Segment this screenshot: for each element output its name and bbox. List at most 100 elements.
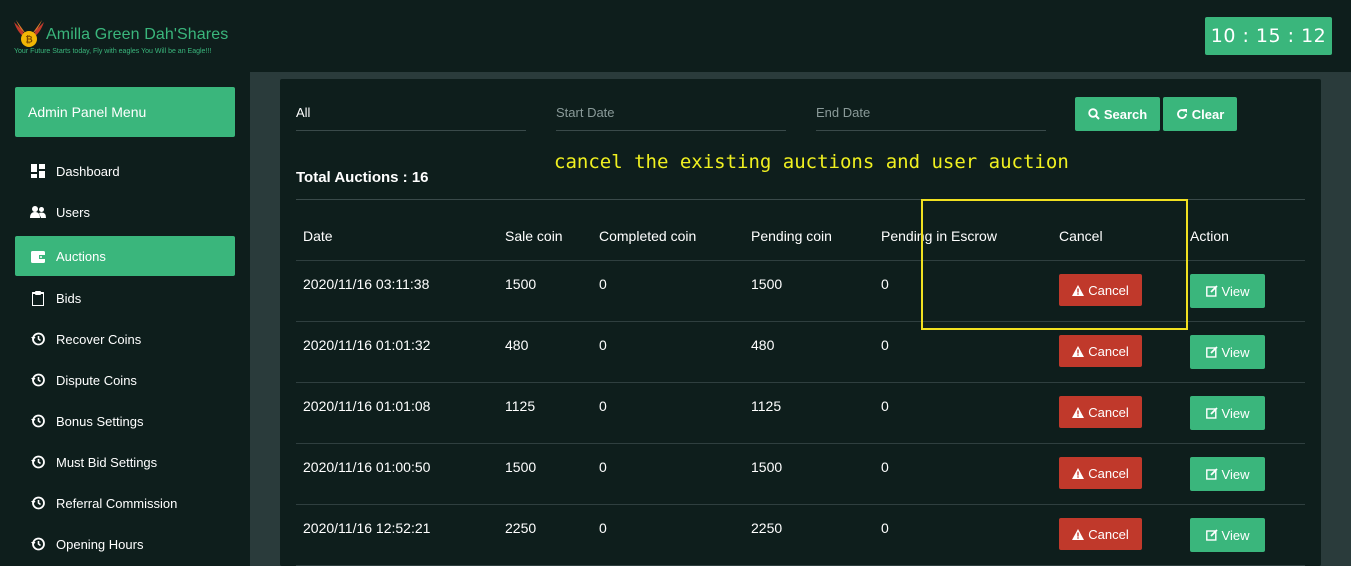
cell-pending-coin: 1125 [751, 398, 782, 414]
sidebar-item-label: Opening Hours [56, 536, 144, 552]
clipboard-icon [30, 290, 46, 306]
cell-sale-coin: 1500 [505, 459, 537, 475]
cancel-button[interactable]: Cancel [1059, 335, 1142, 367]
column-header-action: Action [1190, 228, 1229, 244]
table-header: Date Sale coin Completed coin Pending co… [296, 213, 1305, 261]
cell-pending-coin: 1500 [751, 276, 783, 292]
table-row: 2020/11/16 01:00:50 1500 0 1500 0 Cancel… [296, 444, 1305, 505]
column-header-pending-escrow: Pending in Escrow [881, 228, 997, 244]
svg-text:₿: ₿ [25, 35, 32, 46]
cell-pending-escrow: 0 [881, 459, 889, 475]
cell-pending-escrow: 0 [881, 276, 889, 292]
total-auctions: Total Auctions : 16 [296, 169, 429, 186]
sidebar-item-label: Referral Commission [56, 495, 178, 511]
view-button[interactable]: View [1190, 396, 1265, 430]
sidebar-item-dashboard[interactable]: Dashboard [15, 151, 235, 191]
table-row: 2020/11/16 12:52:21 2250 0 2250 0 Cancel… [296, 505, 1305, 566]
sidebar-item-must-bid-settings[interactable]: Must Bid Settings [15, 442, 235, 482]
view-button-label: View [1221, 283, 1250, 299]
edit-icon [1205, 407, 1218, 419]
cancel-button[interactable]: Cancel [1059, 396, 1142, 428]
column-header-cancel: Cancel [1059, 228, 1103, 244]
sidebar-item-label: Bids [56, 290, 82, 306]
cell-completed-coin: 0 [599, 276, 607, 292]
status-filter-select[interactable]: All [296, 97, 526, 131]
cancel-button-label: Cancel [1088, 404, 1129, 420]
sidebar-item-opening-hours[interactable]: Opening Hours [15, 524, 235, 564]
warning-icon [1072, 528, 1085, 540]
brand-tagline: Your Future Starts today, Fly with eagle… [14, 48, 212, 55]
cancel-button-label: Cancel [1088, 526, 1129, 542]
view-button[interactable]: View [1190, 274, 1265, 308]
sidebar-item-referral-commission[interactable]: Referral Commission [15, 483, 235, 523]
clear-button-label: Clear [1191, 106, 1225, 122]
column-header-date: Date [303, 228, 333, 244]
start-date-input[interactable]: Start Date [556, 97, 786, 131]
sidebar: Admin Panel Menu Dashboard Users Auction… [0, 72, 250, 566]
clock-display: 10 : 15 : 12 [1205, 17, 1332, 55]
warning-icon [1072, 467, 1085, 479]
sidebar-item-auctions[interactable]: Auctions [15, 236, 235, 276]
table-row: 2020/11/16 01:01:32 480 0 480 0 Cancel V… [296, 322, 1305, 383]
cell-date: 2020/11/16 01:01:08 [303, 398, 431, 414]
cell-completed-coin: 0 [599, 398, 607, 414]
sidebar-item-users[interactable]: Users [15, 192, 235, 232]
auctions-table: Date Sale coin Completed coin Pending co… [296, 213, 1305, 566]
cancel-button-label: Cancel [1088, 282, 1129, 298]
auctions-panel: All Start Date End Date Search Clear can… [280, 79, 1321, 566]
edit-icon [1205, 346, 1218, 358]
cancel-button-label: Cancel [1088, 343, 1129, 359]
eagle-logo-icon: ₿ [14, 20, 44, 47]
column-header-completed-coin: Completed coin [599, 228, 697, 244]
wallet-icon [30, 248, 46, 264]
cell-sale-coin: 1125 [505, 398, 536, 414]
clear-button[interactable]: Clear [1163, 97, 1237, 131]
column-header-sale-coin: Sale coin [505, 228, 563, 244]
sidebar-item-dispute-coins[interactable]: Dispute Coins [15, 360, 235, 400]
cancel-button[interactable]: Cancel [1059, 274, 1142, 306]
history-icon [30, 495, 46, 511]
column-header-pending-coin: Pending coin [751, 228, 832, 244]
sidebar-item-recover-coins[interactable]: Recover Coins [15, 319, 235, 359]
sidebar-item-bids[interactable]: Bids [15, 278, 235, 318]
table-row: 2020/11/16 03:11:38 1500 0 1500 0 Cancel… [296, 261, 1305, 322]
sidebar-item-label: Bonus Settings [56, 413, 144, 429]
cell-sale-coin: 2250 [505, 520, 537, 536]
logo[interactable]: ₿ Amilla Green Dah'Shares Your Future St… [12, 18, 252, 62]
cell-pending-coin: 1500 [751, 459, 783, 475]
view-button[interactable]: View [1190, 335, 1265, 369]
main-content: All Start Date End Date Search Clear can… [250, 72, 1351, 566]
edit-icon [1205, 468, 1218, 480]
cancel-button[interactable]: Cancel [1059, 457, 1142, 489]
view-button[interactable]: View [1190, 518, 1265, 552]
history-icon [30, 372, 46, 388]
search-button-label: Search [1103, 106, 1148, 122]
cell-sale-coin: 1500 [505, 276, 537, 292]
sidebar-item-bonus-settings[interactable]: Bonus Settings [15, 401, 235, 441]
search-button[interactable]: Search [1075, 97, 1160, 131]
warning-icon [1072, 345, 1085, 357]
brand-name: Amilla Green Dah'Shares [46, 26, 229, 43]
cancel-button[interactable]: Cancel [1059, 518, 1142, 550]
history-icon [30, 413, 46, 429]
cell-completed-coin: 0 [599, 337, 607, 353]
end-date-input[interactable]: End Date [816, 97, 1046, 131]
sidebar-item-label: Auctions [56, 248, 106, 264]
annotation-text: cancel the existing auctions and user au… [554, 151, 1069, 173]
sidebar-item-label: Dashboard [56, 163, 120, 179]
view-button[interactable]: View [1190, 457, 1265, 491]
warning-icon [1072, 406, 1085, 418]
table-row: 2020/11/16 01:01:08 1125 0 1125 0 Cancel… [296, 383, 1305, 444]
view-button-label: View [1221, 405, 1250, 421]
cell-pending-escrow: 0 [881, 520, 889, 536]
cell-sale-coin: 480 [505, 337, 529, 353]
cell-date: 2020/11/16 01:00:50 [303, 459, 431, 475]
admin-panel-menu-header[interactable]: Admin Panel Menu [15, 87, 235, 137]
users-icon [30, 204, 46, 220]
cell-pending-coin: 480 [751, 337, 775, 353]
cell-date: 2020/11/16 01:01:32 [303, 337, 431, 353]
sidebar-item-label: Must Bid Settings [56, 454, 158, 470]
cell-date: 2020/11/16 03:11:38 [303, 276, 430, 292]
divider [296, 199, 1305, 200]
view-button-label: View [1221, 466, 1250, 482]
